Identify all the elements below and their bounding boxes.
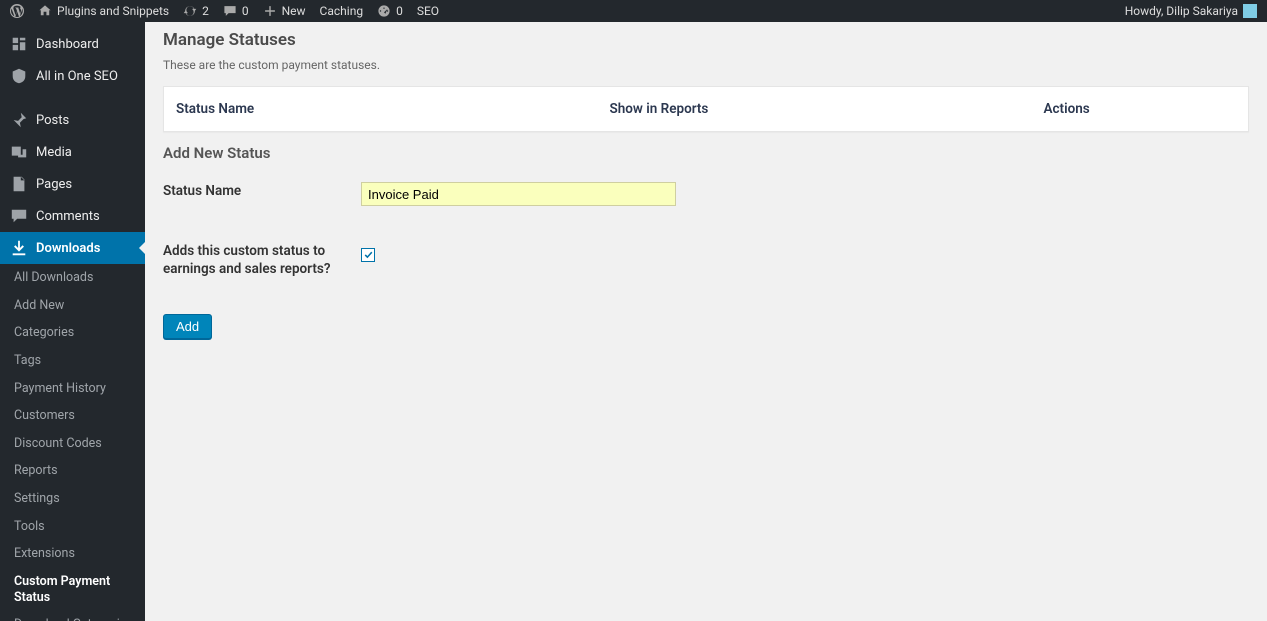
subitem-add-new[interactable]: Add New — [0, 292, 145, 320]
check-icon — [363, 250, 374, 261]
download-icon — [10, 239, 28, 257]
subitem-categories[interactable]: Categories — [0, 319, 145, 347]
col-status-name[interactable]: Status Name — [164, 87, 598, 132]
subitem-extensions[interactable]: Extensions — [0, 540, 145, 568]
performance-link[interactable]: 0 — [377, 4, 403, 18]
plus-icon — [263, 4, 277, 18]
subitem-reports[interactable]: Reports — [0, 457, 145, 485]
admin-sidebar: Dashboard All in One SEO Posts Media Pag… — [0, 22, 145, 621]
statuses-table: Status Name Show in Reports Actions — [163, 86, 1249, 132]
subitem-download-categories-tags[interactable]: Download Categories & Tags Settings — [0, 611, 145, 621]
shield-icon — [10, 67, 28, 85]
comments-link[interactable]: 0 — [223, 4, 249, 18]
seo-label: SEO — [417, 4, 439, 18]
home-icon — [38, 4, 52, 18]
sidebar-item-label: Dashboard — [36, 37, 99, 52]
sidebar-item-label: Downloads — [36, 241, 100, 256]
sidebar-item-dashboard[interactable]: Dashboard — [0, 28, 145, 60]
subitem-settings[interactable]: Settings — [0, 485, 145, 513]
subitem-customers[interactable]: Customers — [0, 402, 145, 430]
subitem-tags[interactable]: Tags — [0, 347, 145, 375]
col-actions[interactable]: Actions — [1032, 87, 1249, 132]
new-link[interactable]: New — [263, 4, 306, 18]
caching-label: Caching — [320, 4, 364, 18]
add-new-status-title: Add New Status — [163, 144, 1249, 162]
sidebar-item-media[interactable]: Media — [0, 136, 145, 168]
sidebar-item-pages[interactable]: Pages — [0, 168, 145, 200]
caching-link[interactable]: Caching — [320, 4, 364, 18]
performance-icon — [377, 4, 391, 18]
pin-icon — [10, 111, 28, 129]
howdy-text: Howdy, Dilip Sakariya — [1125, 4, 1238, 18]
wordpress-logo-icon[interactable] — [10, 4, 24, 18]
main-content: Manage Statuses These are the custom pay… — [145, 22, 1267, 359]
comments-count: 0 — [242, 4, 249, 18]
updates-count: 2 — [202, 4, 209, 18]
sidebar-item-label: Comments — [36, 209, 100, 224]
sidebar-item-label: Pages — [36, 177, 72, 192]
add-button[interactable]: Add — [163, 314, 212, 339]
media-icon — [10, 143, 28, 161]
manage-statuses-desc: These are the custom payment statuses. — [163, 58, 1249, 72]
subitem-discount-codes[interactable]: Discount Codes — [0, 430, 145, 458]
new-label: New — [282, 4, 306, 18]
reports-row: Adds this custom status to earnings and … — [163, 242, 1249, 278]
col-show-reports[interactable]: Show in Reports — [598, 87, 1032, 132]
updates-icon — [183, 4, 197, 18]
admin-bar: Plugins and Snippets 2 0 New Caching 0 S… — [0, 0, 1267, 22]
comments-icon — [223, 4, 237, 18]
reports-checkbox[interactable] — [361, 248, 375, 262]
seo-link[interactable]: SEO — [417, 4, 439, 18]
status-name-input[interactable] — [361, 182, 676, 206]
subitem-tools[interactable]: Tools — [0, 513, 145, 541]
sidebar-item-label: Posts — [36, 113, 69, 128]
site-name: Plugins and Snippets — [57, 4, 169, 18]
sidebar-item-label: Media — [36, 145, 72, 160]
sidebar-item-comments[interactable]: Comments — [0, 200, 145, 232]
avatar — [1243, 4, 1257, 18]
performance-count: 0 — [396, 4, 403, 18]
subitem-custom-payment-status[interactable]: Custom Payment Status — [0, 568, 145, 611]
status-name-label: Status Name — [163, 182, 361, 200]
updates-link[interactable]: 2 — [183, 4, 209, 18]
sidebar-item-downloads[interactable]: Downloads — [0, 232, 145, 264]
subitem-payment-history[interactable]: Payment History — [0, 375, 145, 403]
comment-icon — [10, 207, 28, 225]
account-link[interactable]: Howdy, Dilip Sakariya — [1125, 4, 1257, 18]
status-name-row: Status Name — [163, 182, 1249, 206]
sidebar-item-posts[interactable]: Posts — [0, 104, 145, 136]
manage-statuses-title: Manage Statuses — [163, 30, 1249, 50]
sidebar-item-label: All in One SEO — [36, 69, 118, 84]
sidebar-item-aioseo[interactable]: All in One SEO — [0, 60, 145, 92]
dashboard-icon — [10, 35, 28, 53]
site-link[interactable]: Plugins and Snippets — [38, 4, 169, 18]
reports-label: Adds this custom status to earnings and … — [163, 242, 361, 278]
subitem-all-downloads[interactable]: All Downloads — [0, 264, 145, 292]
page-icon — [10, 175, 28, 193]
